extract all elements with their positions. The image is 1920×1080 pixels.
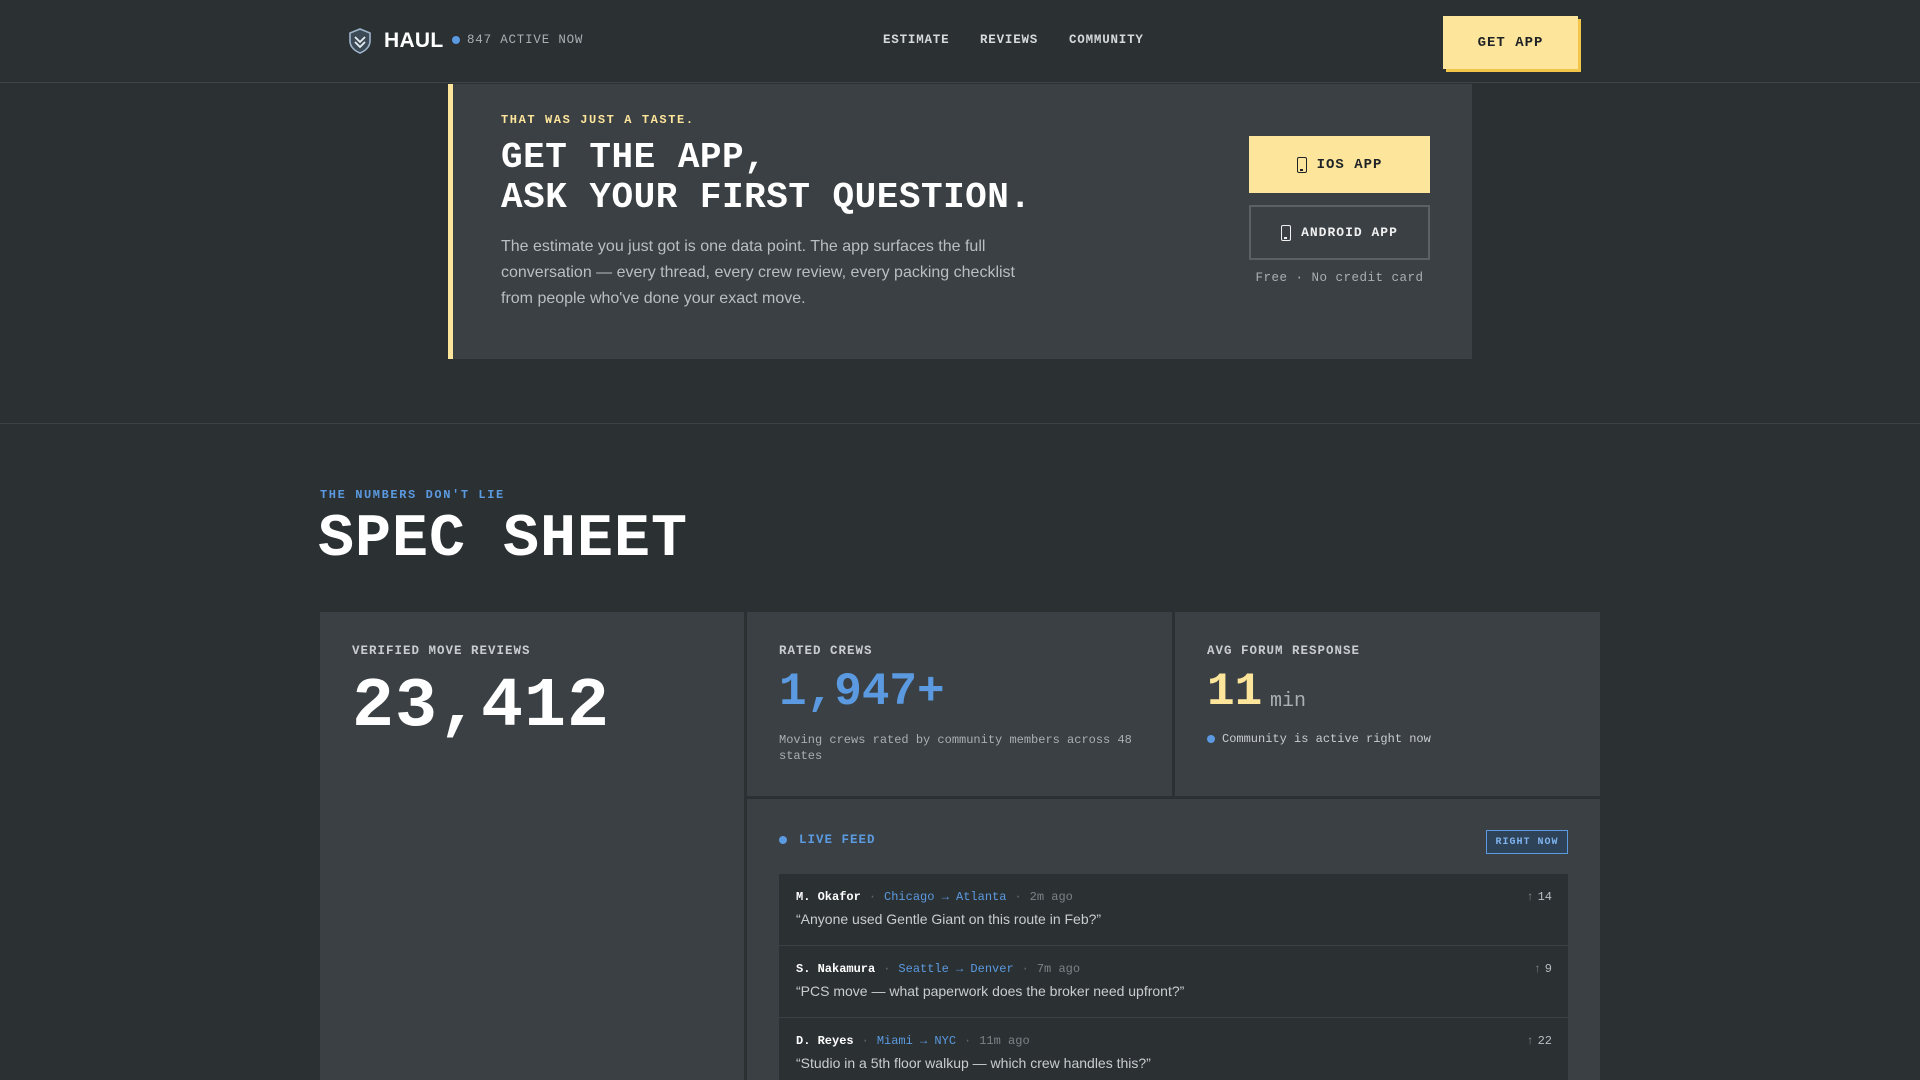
nav-link-community[interactable]: COMMUNITY [1069, 33, 1144, 47]
arrow-up-icon: ↑ [1526, 1034, 1534, 1048]
live-dot-icon [1207, 735, 1215, 743]
nav-link-estimate[interactable]: ESTIMATE [883, 33, 949, 47]
free-note: Free · No credit card [1255, 271, 1424, 285]
stat-card-forum-response: AVG FORUM RESPONSE 11 min Community is a… [1175, 612, 1600, 796]
separator: · [964, 1034, 972, 1048]
upvote-count[interactable]: ↑ 14 [1526, 890, 1552, 904]
feed-route[interactable]: Chicago → Atlanta [884, 890, 1006, 904]
ios-app-button[interactable]: IOS APP [1249, 136, 1430, 193]
cta-body: The estimate you just got is one data po… [501, 238, 1015, 307]
stat-label: AVG FORUM RESPONSE [1207, 644, 1361, 658]
feed-list: M. Okafor · Chicago → Atlanta · 2m ago “Anyo… [779, 874, 1568, 1080]
live-feed-header: LIVE FEED [779, 833, 876, 847]
separator: · [883, 962, 891, 976]
upvote-count[interactable]: ↑ 9 [1534, 962, 1552, 976]
stat-label: VERIFIED MOVE REVIEWS [352, 644, 531, 658]
stat-label: RATED CREWS [779, 644, 873, 658]
live-dot-icon [779, 836, 787, 844]
feed-item[interactable]: D. Reyes · Miami → NYC · 11m ago “Studio in … [779, 1018, 1568, 1080]
separator: · [861, 1034, 869, 1048]
feed-time: 11m ago [979, 1034, 1030, 1048]
cta-headline: GET THE APP, ASK YOUR FIRST QUESTION. [501, 138, 1031, 218]
vote-count: 14 [1537, 890, 1552, 904]
ios-app-label: IOS APP [1316, 156, 1383, 173]
feed-item[interactable]: S. Nakamura · Seattle → Denver · 7m ago “PCS… [779, 946, 1568, 1018]
community-status-text: Community is active right now [1222, 732, 1431, 746]
feed-author[interactable]: D. Reyes [796, 1034, 854, 1048]
arrow-up-icon: ↑ [1526, 890, 1534, 904]
feed-item-meta: M. Okafor · Chicago → Atlanta · 2m ago [796, 890, 1073, 904]
vote-count: 9 [1544, 962, 1552, 976]
feed-item-meta: S. Nakamura · Seattle → Denver · 7m ago [796, 962, 1080, 976]
nav-link-reviews[interactable]: REVIEWS [980, 33, 1038, 47]
right-now-badge: RIGHT NOW [1486, 830, 1568, 854]
stat-description: Moving crews rated by community members … [779, 733, 1132, 763]
cta-headline-line1: GET THE APP, [501, 137, 767, 178]
feed-author[interactable]: M. Okafor [796, 890, 861, 904]
get-app-button[interactable]: GET APP [1443, 16, 1578, 69]
stat-value: 1,947+ [779, 666, 945, 718]
feed-item[interactable]: M. Okafor · Chicago → Atlanta · 2m ago “Anyo… [779, 874, 1568, 946]
phone-icon [1296, 156, 1307, 173]
spec-eyebrow: THE NUMBERS DON'T LIE [320, 488, 505, 502]
stat-value: 23,412 [352, 668, 611, 747]
upvote-count[interactable]: ↑ 22 [1526, 1034, 1552, 1048]
feed-item-meta: D. Reyes · Miami → NYC · 11m ago [796, 1034, 1030, 1048]
android-app-button[interactable]: ANDROID APP [1249, 205, 1430, 260]
cta-headline-line2: ASK YOUR FIRST QUESTION. [501, 177, 1032, 218]
feed-quote: “PCS move — what paperwork does the brok… [796, 983, 1185, 999]
separator: · [1014, 890, 1022, 904]
stat-card-reviews: VERIFIED MOVE REVIEWS 23,412 [320, 612, 744, 1080]
section-divider [0, 423, 1920, 424]
feed-route[interactable]: Miami → NYC [877, 1034, 956, 1048]
phone-icon [1281, 224, 1292, 241]
feed-time: 7m ago [1036, 962, 1081, 976]
feed-time: 2m ago [1029, 890, 1073, 904]
cta-eyebrow: THAT WAS JUST A TASTE. [501, 113, 695, 127]
nav-links: ESTIMATE REVIEWS COMMUNITY [0, 33, 1920, 49]
live-feed-label: LIVE FEED [799, 833, 876, 847]
stat-value: 11 [1207, 666, 1263, 718]
stat-card-crews: RATED CREWS 1,947+ Moving crews rated by… [747, 612, 1172, 796]
feed-quote: “Anyone used Gentle Giant on this route … [796, 911, 1102, 927]
arrow-up-icon: ↑ [1533, 962, 1541, 976]
feed-author[interactable]: S. Nakamura [796, 962, 875, 976]
separator: · [1021, 962, 1029, 976]
feed-quote: “Studio in a 5th floor walkup — which cr… [796, 1055, 1151, 1071]
vote-count: 22 [1537, 1034, 1552, 1048]
android-app-label: ANDROID APP [1301, 225, 1398, 240]
get-app-panel: THAT WAS JUST A TASTE. GET THE APP, ASK … [448, 84, 1472, 359]
community-status: Community is active right now [1207, 732, 1431, 746]
live-feed-card: LIVE FEED RIGHT NOW M. Okafor · Chicago → … [747, 799, 1600, 1080]
separator: · [868, 890, 877, 904]
stat-unit: min [1270, 690, 1307, 713]
feed-route[interactable]: Seattle → Denver [898, 962, 1013, 976]
spec-title: SPEC SHEET [318, 506, 689, 574]
top-nav: HAUL 847 ACTIVE NOW ESTIMATE REVIEWS COM… [0, 0, 1920, 83]
